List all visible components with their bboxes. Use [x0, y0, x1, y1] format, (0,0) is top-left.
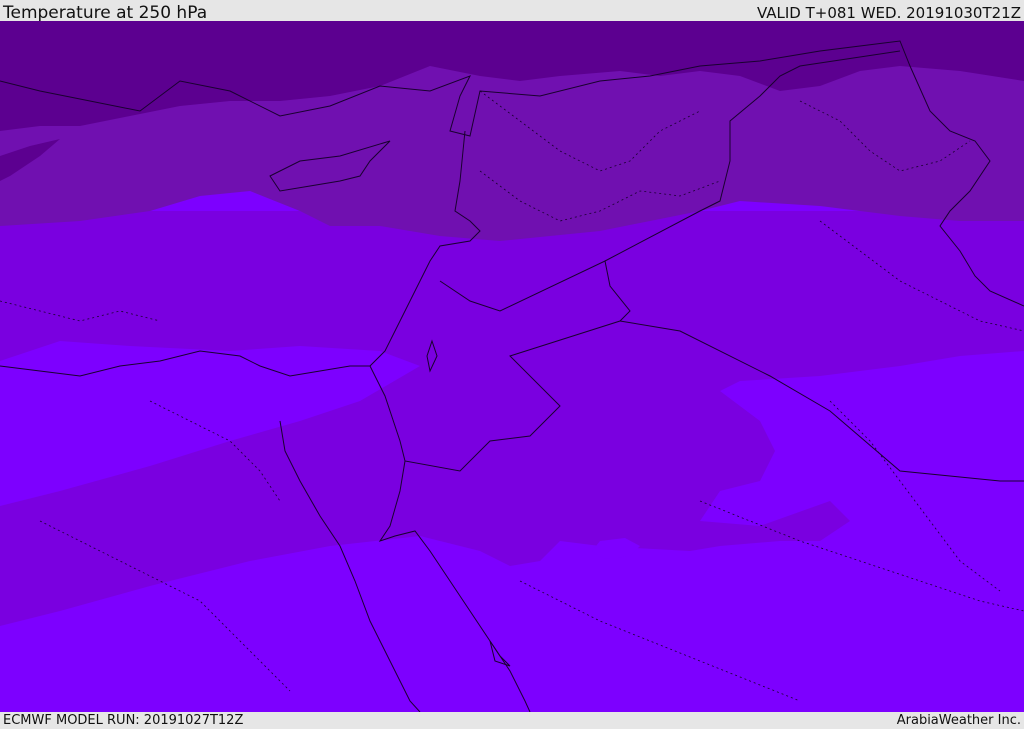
valid-time-label: VALID T+081 WED. 20191030T21Z: [756, 4, 1021, 22]
map-canvas: [0, 21, 1024, 712]
weather-map[interactable]: [0, 21, 1024, 712]
credit-label: ArabiaWeather Inc.: [896, 713, 1021, 728]
header-bar: Temperature at 250 hPa VALID T+081 WED. …: [0, 0, 1024, 23]
footer-bar: ECMWF MODEL RUN: 20191027T12Z ArabiaWeat…: [0, 712, 1024, 729]
map-title: Temperature at 250 hPa: [3, 3, 208, 23]
model-run-label: ECMWF MODEL RUN: 20191027T12Z: [3, 713, 244, 728]
